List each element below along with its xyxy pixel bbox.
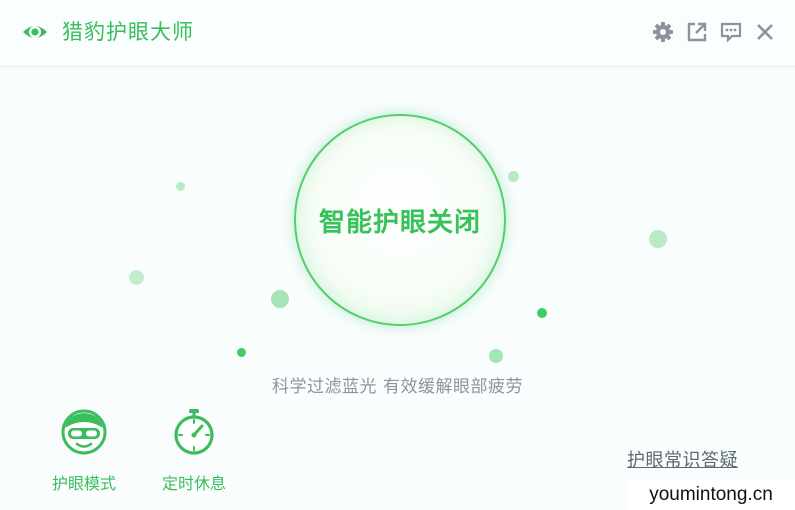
stopwatch-icon — [174, 409, 214, 455]
decor-dot — [271, 290, 289, 308]
decor-dot — [649, 230, 667, 248]
popout-button[interactable] — [685, 20, 709, 44]
decor-dot — [489, 349, 503, 363]
settings-button[interactable] — [651, 20, 675, 44]
feedback-button[interactable] — [719, 20, 743, 44]
faq-link[interactable]: 护眼常识答疑 — [627, 446, 738, 472]
toggle-label: 智能护眼关闭 — [318, 207, 481, 238]
smart-eye-protection-toggle[interactable]: 智能护眼关闭 — [294, 114, 506, 326]
external-link-icon — [687, 22, 707, 42]
feedback-icon — [720, 22, 742, 43]
decor-dot — [508, 171, 519, 182]
eye-mode-button[interactable]: 护眼模式 — [39, 408, 129, 494]
app-title: 猎豹护眼大师 — [62, 20, 194, 44]
window-controls — [651, 20, 777, 44]
watermark: youmintong.cn — [627, 480, 795, 510]
decor-dot — [537, 308, 547, 318]
timed-rest-label: 定时休息 — [161, 474, 226, 493]
decor-dot — [237, 348, 246, 357]
eye-mode-label: 护眼模式 — [51, 474, 116, 493]
close-button[interactable] — [753, 20, 777, 44]
tagline: 科学过滤蓝光 有效缓解眼部疲劳 — [272, 377, 523, 397]
decor-dot — [176, 182, 185, 191]
eye-logo-icon — [23, 26, 47, 38]
title-bar: 猎豹护眼大师 — [0, 0, 795, 67]
goggles-face-icon — [61, 409, 107, 455]
timed-rest-button[interactable]: 定时休息 — [149, 408, 239, 494]
gear-icon — [653, 22, 673, 42]
app-window: 猎豹护眼大师 智能护眼关闭 科学过滤蓝光 有效缓解眼部疲劳 护眼模式 定时休息 … — [0, 0, 795, 510]
close-icon — [757, 24, 773, 40]
decor-dot — [129, 270, 144, 285]
